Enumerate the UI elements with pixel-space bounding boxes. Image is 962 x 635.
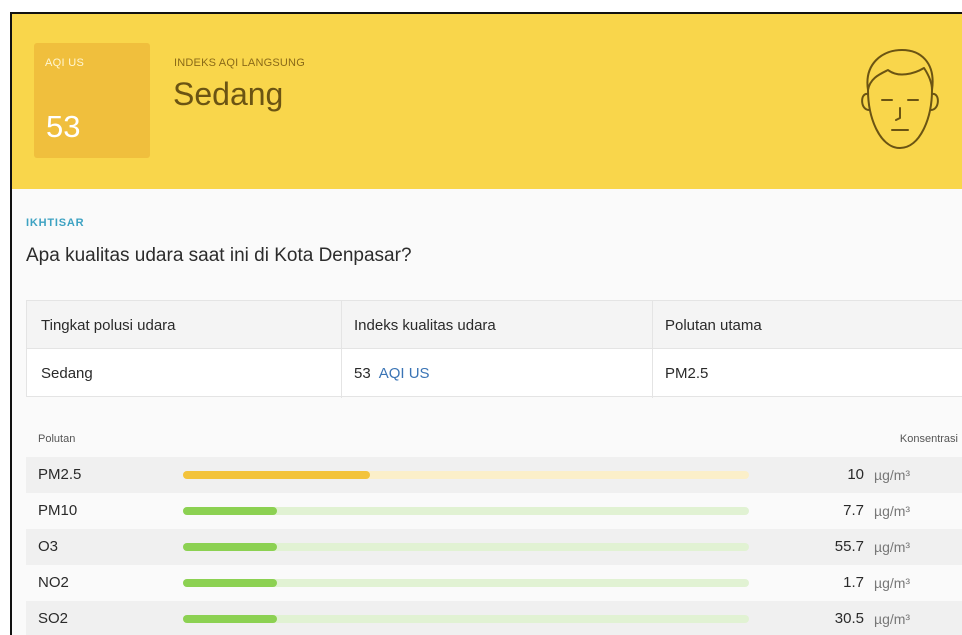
pollutant-row: O3 55.7 µg/m³: [26, 529, 962, 565]
pollutant-value: 10: [847, 466, 864, 483]
pollutant-column-header: Polutan: [38, 433, 76, 445]
pollutant-name: PM10: [38, 502, 78, 519]
aqi-banner: AQI US 53 INDEKS AQI LANGSUNG Sedang: [12, 14, 962, 189]
aqi-badge-value: 53: [46, 109, 81, 144]
pollution-level-value: Sedang: [41, 364, 93, 382]
column-divider: [341, 301, 342, 398]
pollutant-row: PM2.5 10 µg/m³: [26, 457, 962, 493]
pollutant-value: 1.7: [843, 574, 864, 591]
pollutant-bar-track: [183, 579, 749, 587]
neutral-face-icon: [861, 49, 939, 149]
aqi-unit-link[interactable]: AQI US: [379, 365, 430, 382]
air-quality-status: Sedang: [173, 76, 284, 112]
pollutant-bar-track: [183, 543, 749, 551]
column-header-aqi: Indeks kualitas udara: [354, 316, 496, 334]
pollutant-bar-fill: [183, 615, 277, 623]
pollutant-bar-track: [183, 507, 749, 515]
pollutant-value: 55.7: [834, 538, 864, 555]
column-header-level: Tingkat polusi udara: [41, 316, 176, 334]
pollutant-bar-fill: [183, 543, 277, 551]
app-frame: AQI US 53 INDEKS AQI LANGSUNG Sedang IKH…: [10, 12, 962, 635]
pollutant-unit: µg/m³: [874, 611, 911, 627]
aqi-index-cell: 53 AQI US: [354, 349, 430, 397]
column-divider: [652, 301, 653, 398]
pollutant-unit: µg/m³: [874, 575, 911, 591]
pollutant-bar-track: [183, 615, 749, 623]
summary-table: Tingkat polusi udara Indeks kualitas uda…: [26, 300, 962, 398]
pollutant-name: O3: [38, 538, 59, 555]
pollutant-bar-fill: [183, 507, 277, 515]
column-header-pollutant: Polutan utama: [665, 316, 762, 334]
pollutant-bar-fill: [183, 579, 277, 587]
pollutant-name: PM2.5: [38, 466, 82, 483]
pollutant-row: SO2 30.5 µg/m³: [26, 601, 962, 635]
pollutant-value: 30.5: [834, 610, 864, 627]
main-pollutant-value: PM2.5: [665, 364, 709, 382]
pollutant-name: SO2: [38, 610, 69, 627]
pollutant-unit: µg/m³: [874, 467, 911, 483]
aqi-badge: AQI US 53: [34, 43, 150, 158]
pollutant-bar-fill: [183, 471, 370, 479]
summary-tag: IKHTISAR: [26, 217, 85, 229]
aqi-index-value: 53: [354, 364, 371, 382]
pollutant-value: 7.7: [843, 502, 864, 519]
pollutant-row: PM10 7.7 µg/m³: [26, 493, 962, 529]
pollutant-unit: µg/m³: [874, 539, 911, 555]
pollutant-unit: µg/m³: [874, 503, 911, 519]
pollutant-row: NO2 1.7 µg/m³: [26, 565, 962, 601]
live-index-label: INDEKS AQI LANGSUNG: [174, 57, 305, 69]
concentration-column-header: Konsentrasi: [899, 433, 958, 445]
aqi-badge-label: AQI US: [45, 57, 85, 69]
pollutant-name: NO2: [38, 574, 69, 591]
pollutant-bar-track: [183, 471, 749, 479]
summary-question: Apa kualitas udara saat ini di Kota Denp…: [26, 245, 412, 266]
